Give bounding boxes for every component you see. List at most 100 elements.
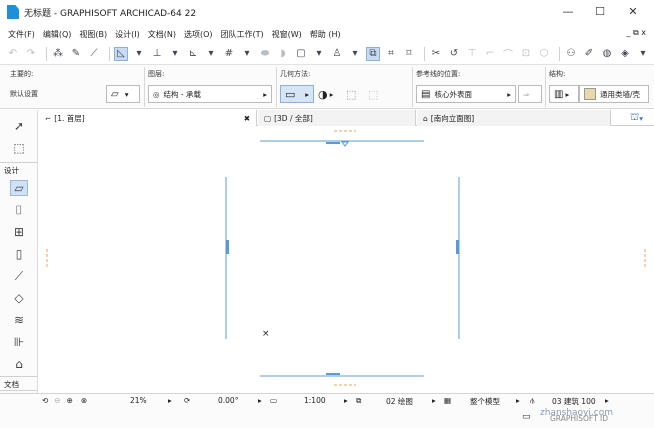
chevron-right-icon[interactable]: ▸ — [605, 396, 609, 405]
syringe-icon[interactable]: ⟋ — [87, 47, 101, 61]
layers-icon[interactable]: ⧉ — [356, 396, 361, 406]
polygon-wall-button[interactable]: ⬚ — [364, 85, 386, 103]
roof-tool-icon[interactable]: ⌂ — [10, 356, 28, 372]
dropdown-arrow-icon[interactable]: ▾ — [204, 47, 218, 61]
composite-dropdown[interactable]: 通用类墙/壳 — [579, 85, 649, 103]
pick-up-parameters-icon[interactable]: ⁂ — [51, 47, 65, 61]
mdi-window-controls[interactable]: _ ⧉ x — [626, 28, 646, 38]
reference-line-dropdown[interactable]: ▤ 核心外表面 ▸ — [416, 85, 516, 103]
menu-item[interactable]: 视窗(W) — [272, 29, 302, 40]
menu-item[interactable]: 文档(N) — [148, 29, 176, 40]
fillet-icon[interactable]: ⌐ — [483, 47, 497, 61]
renovation-icon[interactable]: ⫛ — [530, 396, 534, 406]
default-setting-label[interactable]: 默认设置 — [10, 89, 38, 99]
cut-icon[interactable]: ⌑ — [402, 47, 416, 61]
tab-3d[interactable]: ▢ [3D / 全部] — [258, 110, 416, 126]
marquee-tool-icon[interactable]: ⬚ — [10, 140, 28, 156]
trace-icon[interactable]: ⧉ — [366, 46, 380, 61]
offset-icon[interactable]: ⊤ — [465, 47, 479, 61]
zoom-in-icon[interactable]: ⊕ — [67, 396, 73, 405]
snap-guides-icon[interactable]: ⊾ — [186, 47, 200, 61]
dropdown-arrow-icon[interactable]: ▾ — [636, 47, 650, 61]
railing-tool-icon[interactable]: ⊪ — [10, 334, 28, 350]
maximize-button[interactable]: ☐ — [585, 4, 615, 20]
curved-wall-button[interactable]: ◑ ▸ — [314, 85, 342, 103]
rotate-icon[interactable]: ↺ — [447, 47, 461, 61]
window-tool-icon[interactable]: ⊞ — [10, 224, 28, 240]
floor-plan-canvas[interactable]: × — [39, 127, 654, 393]
show-hide-icon[interactable]: ⌗ — [384, 47, 398, 61]
menu-item[interactable]: 选项(O) — [184, 29, 213, 40]
chevron-right-icon[interactable]: ▸ — [258, 396, 262, 405]
guide-lines-icon[interactable]: ⊥ — [150, 47, 164, 61]
undo-icon[interactable]: ↶ — [6, 47, 20, 61]
renovation-value[interactable]: 03 建筑 100 — [552, 396, 596, 407]
eye-icon: ◎ — [153, 89, 160, 99]
beam-tool-icon[interactable]: ⟋ — [10, 268, 28, 284]
pen-set-icon[interactable]: ▦ — [444, 396, 451, 405]
chevron-right-icon[interactable]: ▸ — [516, 396, 520, 405]
chevron-right-icon[interactable]: ▸ — [344, 396, 348, 405]
scale-value[interactable]: 1:100 — [304, 396, 326, 405]
menu-item[interactable]: 视图(B) — [79, 29, 107, 40]
stair-tool-icon[interactable]: ≋ — [10, 312, 28, 328]
scissors-icon[interactable]: ✂ — [429, 47, 443, 61]
eyedropper-icon[interactable]: ✎ — [69, 47, 83, 61]
dropdown-arrow-icon[interactable]: ▾ — [240, 47, 254, 61]
basic-structure-button[interactable]: ▥ ▸ — [549, 85, 579, 103]
element-transfer-icon[interactable]: ⚇ — [564, 47, 578, 61]
rotate-view-icon[interactable]: ⟳ — [184, 396, 190, 405]
minimize-button[interactable]: — — [553, 4, 583, 20]
close-button[interactable]: ✕ — [618, 4, 648, 20]
layout-icon[interactable]: ▢ — [294, 47, 308, 61]
document-section-label[interactable]: 文档 — [4, 379, 19, 390]
fit-window-icon[interactable]: ⊗ — [81, 396, 87, 405]
tab-close-icon[interactable]: ✖ — [244, 114, 250, 123]
zoom-out-icon[interactable]: ⊖ — [54, 396, 60, 405]
tab-list-button[interactable]: ⛫ ▾ — [619, 110, 654, 126]
chevron-right-icon[interactable]: ▸ — [168, 396, 172, 405]
angle-value[interactable]: 0.00° — [218, 396, 238, 405]
layer-combination-value[interactable]: 02 绘图 — [386, 396, 413, 407]
menu-item[interactable]: 设计(I) — [115, 29, 140, 40]
adjust-icon[interactable]: ⌒ — [501, 47, 515, 61]
menu-item[interactable]: 编辑(Q) — [43, 29, 72, 40]
dropdown-arrow-icon[interactable]: ▾ — [132, 47, 146, 61]
intersect-icon[interactable]: ⊡ — [519, 47, 533, 61]
chevron-right-icon[interactable]: ▸ — [432, 396, 436, 405]
menu-item[interactable]: 文件(F) — [8, 29, 35, 40]
scale-icon[interactable]: ▭ — [270, 396, 277, 405]
straight-wall-button[interactable]: ▭ ▸ — [280, 85, 314, 103]
slab-tool-icon[interactable]: ◇ — [10, 290, 28, 306]
grid-snap-icon[interactable]: # — [222, 47, 236, 61]
redo-icon[interactable]: ↷ — [24, 47, 38, 61]
lock-icon[interactable]: ♙ — [330, 47, 344, 61]
flip-direction-button[interactable]: ⇒ — [518, 85, 542, 103]
tab-south-elevation[interactable]: ⌂ [南向立面图] — [417, 110, 611, 126]
geometry-method-label: 几何方法: — [280, 70, 311, 78]
trapezoid-wall-button[interactable]: ⬚ — [342, 85, 364, 103]
menu-item[interactable]: 团队工作(T) — [221, 29, 264, 40]
marquee-icon[interactable]: ◗ — [276, 47, 290, 61]
tab-floor-plan[interactable]: ⌐ [1. 首层] ✖ — [39, 110, 257, 126]
arrow-tool-icon[interactable]: ➚ — [10, 118, 28, 134]
suspend-groups-icon[interactable]: ⬬ — [258, 47, 272, 61]
door-tool-icon[interactable]: ⌷ — [10, 202, 28, 218]
dropdown-arrow-icon[interactable]: ▾ — [168, 47, 182, 61]
brush-icon[interactable]: ✐ — [582, 47, 596, 61]
dropdown-arrow-icon[interactable]: ▾ — [312, 47, 326, 61]
render-icon[interactable]: ◈ — [618, 47, 632, 61]
wall-settings-button[interactable]: ▱ ▾ — [106, 85, 140, 103]
explode-icon[interactable]: ⬡ — [537, 47, 551, 61]
zoom-back-icon[interactable]: ⟲ — [42, 396, 48, 405]
gravity-icon[interactable]: ◺ — [114, 46, 128, 61]
design-section-label[interactable]: 设计 — [4, 165, 19, 176]
wall-tool-icon[interactable]: ▱ — [10, 180, 28, 196]
column-tool-icon[interactable]: ▯ — [10, 246, 28, 262]
zoom-value[interactable]: 21% — [130, 396, 147, 405]
model-view-value[interactable]: 整个模型 — [470, 396, 500, 407]
material-icon[interactable]: ◍ — [600, 47, 614, 61]
dropdown-arrow-icon[interactable]: ▾ — [348, 47, 362, 61]
layer-dropdown[interactable]: ◎ 结构 - 承载 ▸ — [148, 85, 272, 103]
menu-item[interactable]: 帮助 (H) — [310, 29, 341, 40]
